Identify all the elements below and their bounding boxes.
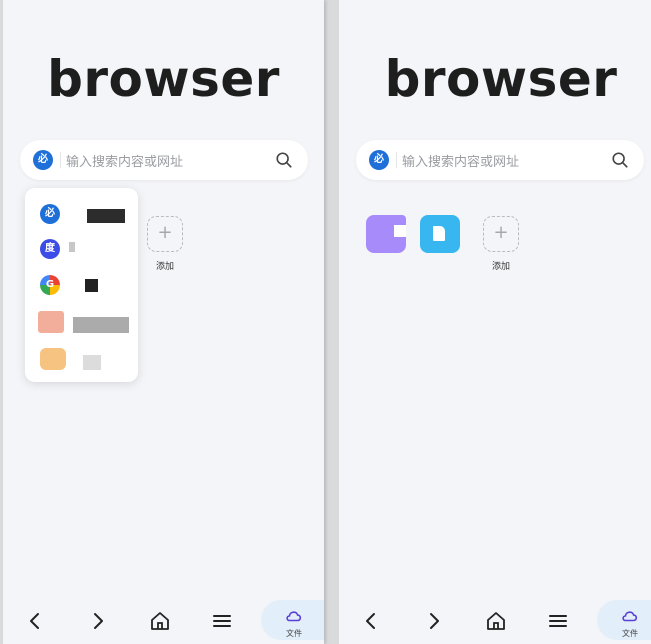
search-engine-dropdown: 必 度 G xyxy=(25,188,138,382)
add-shortcut-button[interactable]: + xyxy=(483,216,519,252)
blurred-engine-icon xyxy=(40,348,66,370)
search-input[interactable]: 输入搜索内容或网址 xyxy=(66,151,183,170)
engine-option-blurred[interactable] xyxy=(25,309,138,339)
search-divider xyxy=(396,152,397,168)
shortcut-tile[interactable] xyxy=(420,215,460,253)
redacted-label xyxy=(73,317,129,333)
shortcut-tile[interactable] xyxy=(366,215,406,253)
browser-logo: browser xyxy=(384,50,618,108)
forward-icon[interactable] xyxy=(87,610,109,632)
baidu-icon: 度 xyxy=(40,239,60,259)
search-divider xyxy=(60,152,61,168)
redacted-label xyxy=(69,242,75,252)
engine-option-google[interactable]: G xyxy=(25,270,138,300)
files-label: 文件 xyxy=(286,629,302,638)
cloud-icon xyxy=(622,611,638,622)
engine-option-blurred[interactable] xyxy=(25,345,138,375)
redacted-label xyxy=(85,279,98,292)
browser-logo: browser xyxy=(47,50,280,108)
redacted-label xyxy=(83,355,101,370)
biying-icon: 必 xyxy=(40,204,60,224)
google-icon: G xyxy=(40,275,60,295)
files-button[interactable]: 文件 xyxy=(261,600,324,640)
menu-icon[interactable] xyxy=(211,610,233,632)
forward-icon[interactable] xyxy=(423,610,445,632)
back-icon[interactable] xyxy=(24,610,46,632)
home-icon[interactable] xyxy=(485,610,507,632)
add-shortcut-button[interactable]: + xyxy=(147,216,183,252)
files-button[interactable]: 文件 xyxy=(597,600,651,640)
document-icon xyxy=(433,226,445,241)
engine-option-biying[interactable]: 必 xyxy=(25,199,138,229)
engine-option-baidu[interactable]: 度 xyxy=(25,234,138,264)
blurred-engine-icon xyxy=(38,311,64,333)
files-label: 文件 xyxy=(622,629,638,638)
redacted-label xyxy=(87,209,125,223)
search-engine-icon[interactable]: 必 xyxy=(369,150,389,170)
bottom-nav-bar: 文件 xyxy=(339,596,651,644)
tile-notch xyxy=(394,225,406,237)
home-icon[interactable] xyxy=(149,610,171,632)
search-icon[interactable] xyxy=(275,151,293,169)
cloud-icon xyxy=(286,611,302,622)
search-bar[interactable]: 必 输入搜索内容或网址 xyxy=(20,140,308,180)
search-input[interactable]: 输入搜索内容或网址 xyxy=(402,151,519,170)
browser-screen-left: browser 必 输入搜索内容或网址 + 添加 必 度 G 文件 xyxy=(3,0,324,644)
search-engine-icon[interactable]: 必 xyxy=(33,150,53,170)
search-icon[interactable] xyxy=(611,151,629,169)
search-bar[interactable]: 必 输入搜索内容或网址 xyxy=(356,140,644,180)
back-icon[interactable] xyxy=(360,610,382,632)
add-shortcut-label: 添加 xyxy=(491,262,510,272)
menu-icon[interactable] xyxy=(547,610,569,632)
bottom-nav-bar: 文件 xyxy=(3,596,324,644)
browser-screen-right: browser 必 输入搜索内容或网址 + 添加 文件 xyxy=(339,0,651,644)
add-shortcut-label: 添加 xyxy=(155,262,174,272)
